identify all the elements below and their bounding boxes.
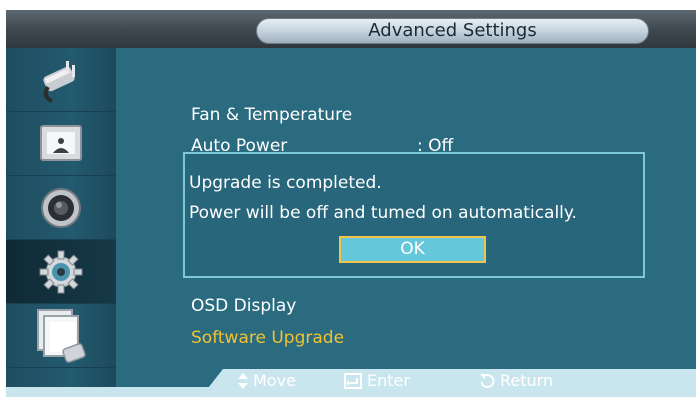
hint-move-label: Move xyxy=(253,371,296,390)
osd-window: Advanced Settings Fan & Temperature Auto… xyxy=(6,10,696,397)
title-bar: Advanced Settings xyxy=(6,10,696,48)
software-upgrade-label: Software Upgrade xyxy=(191,328,345,348)
plug-icon xyxy=(43,60,75,103)
fan-temperature-label: Fan & Temperature xyxy=(191,105,353,125)
sidebar-item-input[interactable] xyxy=(6,48,116,112)
up-down-arrow-icon xyxy=(238,372,248,389)
hint-enter: Enter xyxy=(344,371,410,390)
hint-move: Move xyxy=(238,371,296,390)
page-title: Advanced Settings xyxy=(368,20,537,41)
picture-icon xyxy=(40,124,82,161)
navigation-hint-bar: Move Enter Return xyxy=(201,369,696,397)
hint-return-label: Return xyxy=(500,371,554,390)
menu-item-software-upgrade[interactable]: Software Upgrade xyxy=(191,328,344,348)
upgrade-complete-dialog: Upgrade is completed. Power will be off … xyxy=(183,152,645,278)
ok-button[interactable]: OK xyxy=(339,236,486,263)
sidebar-item-picture[interactable] xyxy=(6,112,116,176)
settings-panel: Fan & Temperature Auto Power : Off Upgra… xyxy=(116,48,696,387)
menu-item-fan-temperature[interactable]: Fan & Temperature xyxy=(191,105,352,125)
multi-screen-icon xyxy=(37,308,86,363)
return-icon xyxy=(480,373,495,388)
hint-enter-label: Enter xyxy=(367,371,410,390)
gear-icon xyxy=(39,250,83,293)
sidebar-item-multi-control[interactable] xyxy=(6,304,116,368)
title-pill: Advanced Settings xyxy=(256,18,649,44)
speaker-icon xyxy=(41,187,81,228)
dialog-message-line1: Upgrade is completed. xyxy=(189,173,382,193)
category-sidebar xyxy=(6,48,116,387)
hint-return: Return xyxy=(479,371,553,390)
sidebar-item-setup[interactable] xyxy=(6,240,116,304)
sidebar-item-sound[interactable] xyxy=(6,176,116,240)
dialog-message-line2: Power will be off and tumed on automatic… xyxy=(189,203,577,223)
menu-item-osd-display[interactable]: OSD Display xyxy=(191,296,296,316)
enter-icon xyxy=(344,372,362,389)
osd-display-label: OSD Display xyxy=(191,296,297,316)
